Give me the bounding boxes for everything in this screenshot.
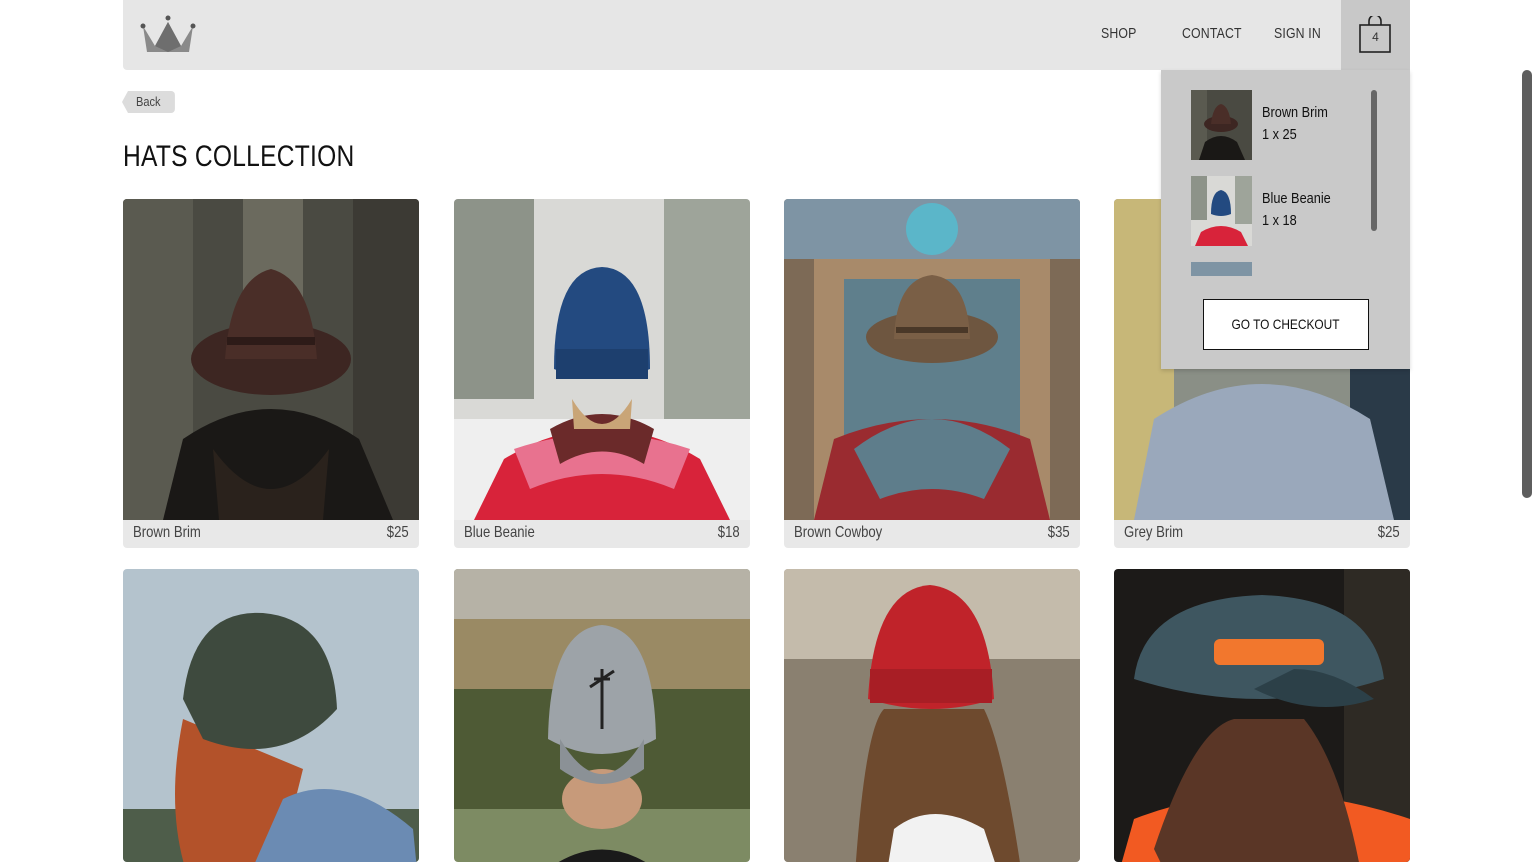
nav-sign-in-link[interactable]: SIGN IN [1274,25,1321,42]
checkout-button-label: GO TO CHECKOUT [1231,316,1341,332]
product-footer: Brown Cowboy $35 [784,520,1080,548]
product-image [1114,569,1410,862]
nav-shop-link[interactable]: SHOP [1101,25,1137,42]
cart-item-thumbnail [1191,90,1252,160]
product-image [784,569,1080,862]
cart-item-quantity: 1 x 25 [1262,126,1297,143]
product-image [454,199,750,520]
cart-item: Blue Beanie 1 x 18 [1191,176,1377,246]
product-card-brown-brim[interactable]: Brown Brim $25 [123,199,419,548]
go-to-checkout-button[interactable]: GO TO CHECKOUT [1203,299,1369,350]
product-card-blue-beanie[interactable]: Blue Beanie $18 [454,199,750,548]
cart-item-name: Blue Beanie [1262,190,1331,207]
header: SHOP CONTACT SIGN IN 4 [123,0,1410,70]
product-image [784,199,1080,520]
product-card-green-beanie[interactable] [123,569,419,862]
product-price: $35 [1048,524,1070,541]
product-name: Grey Brim [1124,524,1184,541]
product-footer: Blue Beanie $18 [454,520,750,548]
product-price: $18 [718,524,740,541]
cart-item-thumbnail [1191,262,1252,276]
product-card-red-beanie[interactable] [784,569,1080,862]
cart-dropdown: Brown Brim 1 x 25 Blue Beanie 1 x 18 GO … [1161,70,1410,369]
cart-count: 4 [1372,30,1379,44]
product-card-palm-cap[interactable] [454,569,750,862]
product-card-wolf-cap[interactable] [1114,569,1410,862]
back-button[interactable]: Back [122,91,175,113]
cart-button[interactable]: 4 [1341,0,1410,70]
product-price: $25 [387,524,409,541]
product-card-brown-cowboy[interactable]: Brown Cowboy $35 [784,199,1080,548]
product-image [123,569,419,862]
page-scrollbar[interactable] [1522,70,1532,498]
cart-item: Brown Brim 1 x 25 [1191,90,1377,160]
product-image [123,199,419,520]
cart-item-quantity: 1 x 18 [1262,212,1297,229]
product-footer: Brown Brim $25 [123,520,419,548]
nav-contact-link[interactable]: CONTACT [1182,25,1242,42]
cart-item-name: Brown Brim [1262,104,1328,121]
cart-item [1191,262,1377,276]
page-title: HATS COLLECTION [123,140,355,173]
cart-item-thumbnail [1191,176,1252,246]
product-footer: Grey Brim $25 [1114,520,1410,548]
crown-logo-icon[interactable] [139,12,197,58]
product-price: $25 [1378,524,1400,541]
cart-scrollbar[interactable] [1371,90,1377,231]
product-name: Brown Cowboy [794,524,883,541]
product-name: Blue Beanie [464,524,535,541]
product-name: Brown Brim [133,524,201,541]
back-button-label: Back [136,94,161,109]
product-image [454,569,750,862]
cart-items-list[interactable]: Brown Brim 1 x 25 Blue Beanie 1 x 18 [1191,90,1377,276]
